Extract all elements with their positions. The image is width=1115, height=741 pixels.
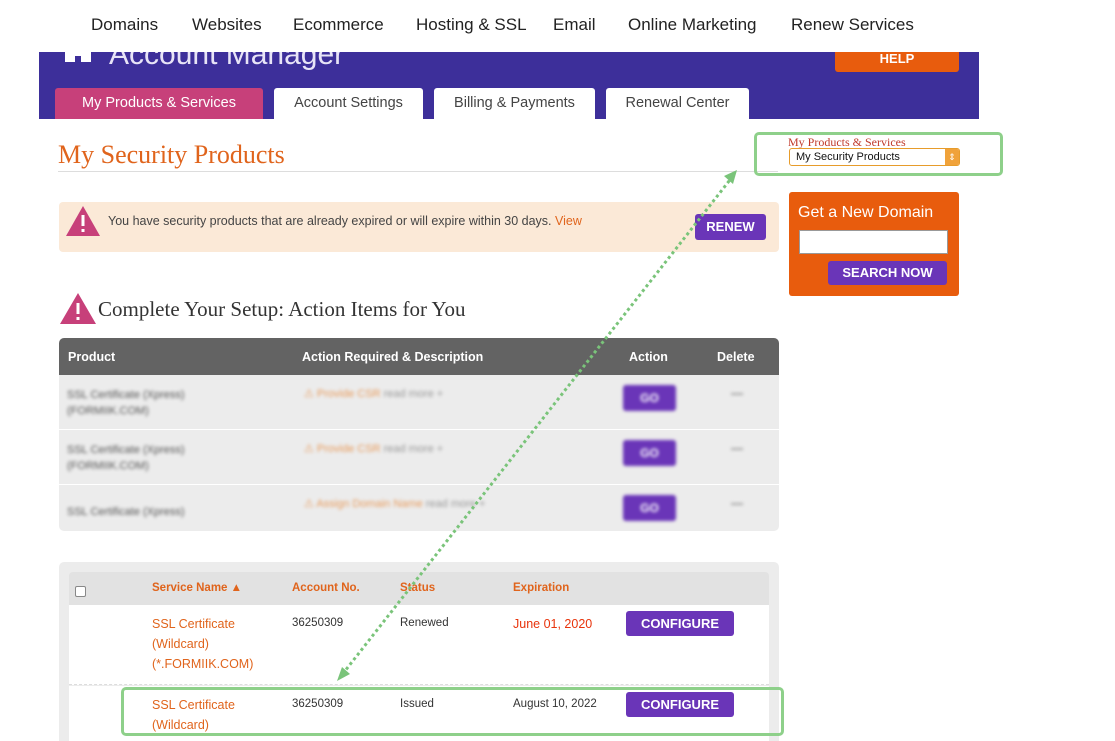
annotation-arrow: [337, 170, 737, 681]
